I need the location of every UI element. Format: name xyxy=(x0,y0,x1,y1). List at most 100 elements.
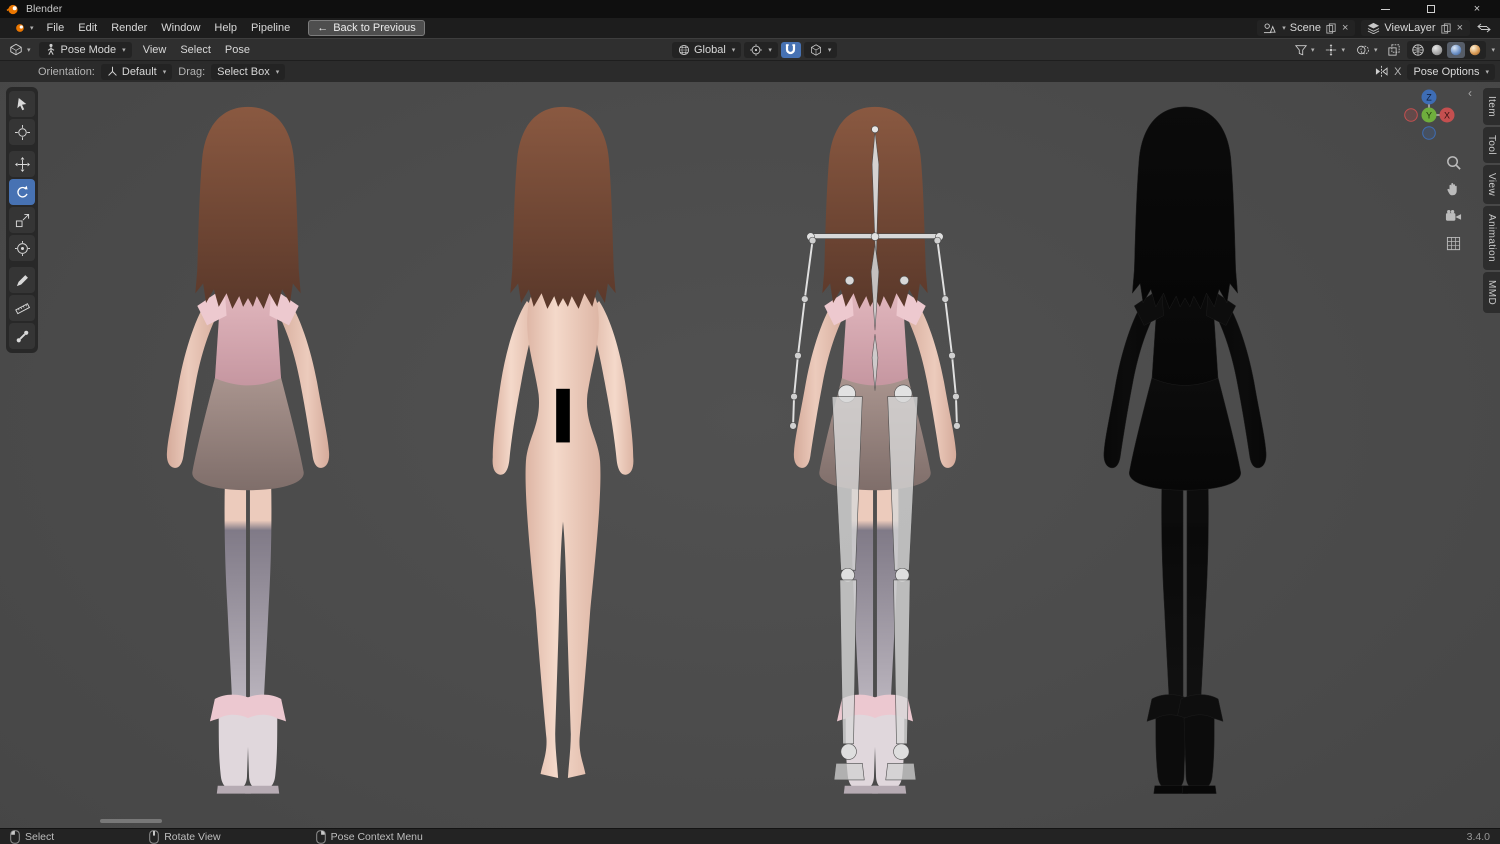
close-icon: × xyxy=(1473,3,1481,15)
chevron-down-icon: ▾ xyxy=(1282,25,1286,32)
minimize-button[interactable] xyxy=(1362,0,1408,18)
grid-ortho-button[interactable] xyxy=(1443,233,1463,253)
menu-help[interactable]: Help xyxy=(207,21,244,35)
menu-file[interactable]: File xyxy=(40,21,72,35)
tool-cursor[interactable] xyxy=(9,119,35,145)
tool-transform[interactable] xyxy=(9,235,35,261)
pivot-icon xyxy=(750,43,763,56)
viewport-canvas[interactable]: Z X Y ‹ Item Tool View Animation MMD xyxy=(0,82,1500,828)
object-type-visibility-button[interactable]: ▾ xyxy=(1291,43,1319,57)
tool-scale[interactable] xyxy=(9,207,35,233)
character-armature-pose[interactable] xyxy=(765,104,985,816)
app-menu-button[interactable]: ▾ xyxy=(8,23,39,33)
link-arrows-icon[interactable] xyxy=(1476,23,1492,33)
browse-scene-icon xyxy=(1263,22,1276,34)
character-wireframe[interactable] xyxy=(1075,104,1295,816)
tool-settings-right: X Pose Options ▾ xyxy=(1375,61,1495,82)
tool-tweak-select[interactable] xyxy=(9,91,35,117)
zoom-button[interactable] xyxy=(1443,152,1463,172)
remove-viewlayer-button[interactable]: × xyxy=(1456,22,1464,34)
back-to-previous-button[interactable]: ← Back to Previous xyxy=(308,20,425,36)
gizmo-arrows-icon xyxy=(1325,43,1337,56)
new-scene-button[interactable] xyxy=(1325,22,1337,34)
pan-button[interactable] xyxy=(1443,179,1463,199)
tweak-select-icon xyxy=(15,97,30,112)
menu-window[interactable]: Window xyxy=(154,21,207,35)
sidebar-tab-tool[interactable]: Tool xyxy=(1483,127,1500,164)
tool-pose-breakdowner[interactable] xyxy=(9,323,35,349)
scene-selector[interactable]: ▾ Scene × xyxy=(1257,20,1356,36)
mirror-x-icon[interactable] xyxy=(1375,65,1388,78)
tool-move[interactable] xyxy=(9,151,35,177)
snap-target-select[interactable]: ▾ xyxy=(803,41,838,58)
version-label: 3.4.0 xyxy=(1466,830,1490,843)
menubar-right: ▾ Scene × ViewLayer × xyxy=(1257,20,1492,36)
menu-pipeline[interactable]: Pipeline xyxy=(244,21,297,35)
sidebar-tab-mmd[interactable]: MMD xyxy=(1483,272,1500,314)
sidebar-tab-view[interactable]: View xyxy=(1483,165,1500,205)
pose-mode-icon xyxy=(45,43,57,56)
orientation-dropdown[interactable]: Default ▾ xyxy=(100,63,173,80)
maximize-button[interactable] xyxy=(1408,0,1454,18)
pan-icon xyxy=(1445,181,1461,197)
menu-edit[interactable]: Edit xyxy=(71,21,104,35)
shading-rendered-button[interactable] xyxy=(1466,42,1484,58)
pivot-point-select[interactable]: ▾ xyxy=(744,41,778,58)
menu-select[interactable]: Select xyxy=(173,43,218,57)
pose-options-dropdown[interactable]: Pose Options ▾ xyxy=(1407,63,1495,80)
new-viewlayer-button[interactable] xyxy=(1440,22,1452,34)
tool-rotate[interactable] xyxy=(9,179,35,205)
menu-render[interactable]: Render xyxy=(104,21,154,35)
shading-material-preview-button[interactable] xyxy=(1447,41,1466,58)
sidebar-tab-item[interactable]: Item xyxy=(1483,88,1500,126)
gizmo-z-label: Z xyxy=(1426,93,1432,103)
mode-label: Pose Mode xyxy=(60,43,117,56)
gizmo-y-label: Y xyxy=(1426,111,1432,121)
viewlayer-selector[interactable]: ViewLayer × xyxy=(1361,20,1470,36)
character-body-back[interactable] xyxy=(453,104,673,816)
snap-magnet-toggle[interactable] xyxy=(780,41,801,58)
status-hint-mouse-middle: Rotate View xyxy=(149,829,221,844)
tool-measure[interactable] xyxy=(9,295,35,321)
menubar-menus: File Edit Render Window Help Pipeline xyxy=(40,21,298,35)
menu-pose[interactable]: Pose xyxy=(218,43,257,57)
unlink-scene-button[interactable]: × xyxy=(1341,22,1349,34)
editor-type-button[interactable]: ▾ xyxy=(5,42,35,57)
mirror-x-label: X xyxy=(1394,65,1402,78)
maximize-icon xyxy=(1427,5,1435,13)
navigation-gizmo[interactable]: Z X Y xyxy=(1400,86,1458,144)
sidebar-tab-animation[interactable]: Animation xyxy=(1483,206,1500,271)
chevron-down-icon: ▾ xyxy=(27,46,31,54)
rendered-sphere-icon xyxy=(1468,43,1482,57)
shading-options-caret-icon[interactable]: ▾ xyxy=(1491,46,1495,54)
chevron-down-icon: ▾ xyxy=(1310,46,1315,54)
viewlayer-name: ViewLayer xyxy=(1384,22,1436,34)
status-hint-label: Select xyxy=(25,830,55,843)
sidebar-collapse-icon[interactable]: ‹ xyxy=(1468,86,1472,100)
status-bar: Select Rotate View Pose Context Menu 3.4.0 xyxy=(0,828,1500,844)
back-to-previous-label: Back to Previous xyxy=(333,22,416,34)
character-dressed-back[interactable] xyxy=(138,104,358,816)
show-overlays-button[interactable]: ▾ xyxy=(1352,43,1382,57)
material-preview-sphere-icon xyxy=(1449,43,1463,57)
gizmo-x-label: X xyxy=(1444,111,1450,121)
close-button[interactable]: × xyxy=(1454,0,1500,18)
show-gizmo-button[interactable]: ▾ xyxy=(1321,43,1349,57)
drag-dropdown[interactable]: Select Box ▾ xyxy=(211,63,286,80)
shading-wireframe-button[interactable] xyxy=(1409,42,1427,58)
tool-annotate[interactable] xyxy=(9,267,35,293)
shading-solid-button[interactable] xyxy=(1428,42,1446,58)
transform-orientation-select[interactable]: Global ▾ xyxy=(672,41,742,58)
toggle-xray-button[interactable] xyxy=(1384,43,1404,57)
viewport-display-group: ▾ ▾ ▾ ▾ xyxy=(1291,39,1495,60)
drag-field-label: Drag: xyxy=(178,65,206,78)
menu-view[interactable]: View xyxy=(136,43,174,57)
camera-view-button[interactable] xyxy=(1443,206,1463,226)
status-hint-mouse-left: Select xyxy=(10,829,55,844)
horizontal-scrollbar[interactable] xyxy=(100,819,162,823)
orientation-field-label: Orientation: xyxy=(38,65,95,78)
blender-app-icon xyxy=(13,23,26,33)
chevron-down-icon: ▾ xyxy=(30,25,34,32)
mode-selector[interactable]: Pose Mode ▾ xyxy=(38,41,132,58)
chevron-down-icon: ▾ xyxy=(162,68,167,76)
